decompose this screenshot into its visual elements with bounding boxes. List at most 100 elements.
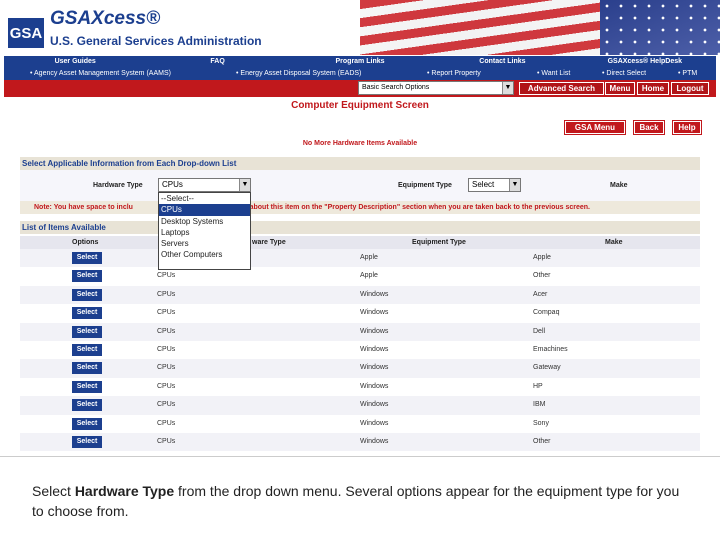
make-cell: IBM bbox=[533, 401, 546, 409]
sub-nav: • Agency Asset Management System (AAMS) … bbox=[4, 67, 716, 80]
make-cell: Other bbox=[533, 437, 551, 445]
brand-title: GSAXcess® bbox=[50, 8, 161, 29]
home-button[interactable]: Home bbox=[637, 82, 669, 95]
subnav-ptm[interactable]: • PTM bbox=[678, 67, 697, 80]
dropdown-option[interactable]: Laptops bbox=[159, 227, 250, 238]
menu-button[interactable]: Menu bbox=[605, 82, 635, 95]
equipment-type-label: Equipment Type bbox=[398, 182, 452, 189]
make-cell: Other bbox=[533, 272, 551, 280]
note-right: ation about this item on the "Property D… bbox=[230, 204, 590, 211]
basic-search-select[interactable]: Basic Search Options ▼ bbox=[358, 81, 514, 95]
select-button[interactable]: Select bbox=[72, 343, 102, 356]
back-button[interactable]: Back bbox=[633, 120, 665, 135]
subnav-report-property[interactable]: • Report Property bbox=[427, 67, 481, 80]
hardware-type-cell: CPUs bbox=[157, 290, 176, 298]
instruction-caption: Select Hardware Type from the drop down … bbox=[32, 481, 692, 521]
equipment-type-cell: Windows bbox=[360, 364, 389, 372]
hardware-type-cell: CPUs bbox=[157, 419, 176, 427]
subnav-want-list[interactable]: • Want List bbox=[537, 67, 570, 80]
table-row: Select CPUs Windows Acer bbox=[20, 285, 700, 305]
hardware-type-cell: CPUs bbox=[157, 437, 176, 445]
filter-heading: Select Applicable Information from Each … bbox=[20, 157, 700, 170]
select-button[interactable]: Select bbox=[72, 252, 102, 264]
chevron-down-icon[interactable]: ▼ bbox=[502, 82, 513, 94]
equipment-type-cell: Windows bbox=[360, 309, 389, 317]
note-left: Note: You have space to inclu bbox=[34, 204, 133, 211]
page-title: Computer Equipment Screen bbox=[291, 100, 429, 111]
select-button[interactable]: Select bbox=[72, 325, 102, 338]
flag-union-image bbox=[600, 0, 720, 55]
hardware-type-cell: CPUs bbox=[157, 364, 176, 372]
equipment-type-value: Select bbox=[472, 180, 495, 189]
select-button[interactable]: Select bbox=[72, 435, 102, 448]
table-row: Select CPUs Windows Other bbox=[20, 432, 700, 452]
select-button[interactable]: Select bbox=[72, 307, 102, 320]
chevron-down-icon[interactable]: ▼ bbox=[239, 179, 250, 191]
gsa-menu-button[interactable]: GSA Menu bbox=[564, 120, 626, 135]
no-more-items-message: No More Hardware Items Available bbox=[302, 140, 418, 147]
equipment-type-cell: Windows bbox=[360, 437, 389, 445]
make-cell: HP bbox=[533, 382, 543, 390]
nav-helpdesk[interactable]: GSAXcess® HelpDesk bbox=[574, 56, 716, 67]
hardware-type-select[interactable]: CPUs ▼ bbox=[158, 178, 251, 192]
gsa-logo: GSA bbox=[8, 18, 44, 48]
dropdown-option[interactable]: CPUs bbox=[159, 204, 250, 216]
subnav-aams[interactable]: • Agency Asset Management System (AAMS) bbox=[30, 67, 171, 80]
subnav-eads[interactable]: • Energy Asset Disposal System (EADS) bbox=[236, 67, 361, 80]
nav-faq[interactable]: FAQ bbox=[146, 56, 288, 67]
advanced-search-button[interactable]: Advanced Search bbox=[519, 82, 604, 95]
equipment-type-select[interactable]: Select ▼ bbox=[468, 178, 521, 192]
dropdown-option[interactable]: Other Computers bbox=[159, 249, 250, 260]
select-button[interactable]: Select bbox=[72, 417, 102, 430]
equipment-type-cell: Windows bbox=[360, 345, 389, 353]
table-row: Select CPUs Windows Dell bbox=[20, 322, 700, 341]
make-cell: Emachines bbox=[533, 345, 568, 353]
site-header: GSA GSAXcess® U.S. General Services Admi… bbox=[0, 0, 720, 55]
col-hardware-type: ware Type bbox=[252, 239, 286, 246]
make-cell: Sony bbox=[533, 419, 549, 427]
col-equipment-type: Equipment Type bbox=[412, 239, 466, 246]
make-cell: Acer bbox=[533, 290, 548, 298]
nav-program-links[interactable]: Program Links bbox=[289, 56, 431, 67]
hardware-type-cell: CPUs bbox=[157, 327, 176, 335]
table-row: Select Apple Apple bbox=[20, 249, 700, 268]
nav-contact-links[interactable]: Contact Links bbox=[431, 56, 573, 67]
make-cell: Apple bbox=[533, 254, 551, 261]
equipment-type-cell: Windows bbox=[360, 290, 389, 298]
hardware-type-dropdown-list[interactable]: --Select-- CPUs Desktop Systems Laptops Serv… bbox=[158, 192, 251, 270]
make-cell: Dell bbox=[533, 327, 546, 335]
equipment-type-cell: Windows bbox=[360, 401, 389, 409]
select-button[interactable]: Select bbox=[72, 288, 102, 301]
chevron-down-icon[interactable]: ▼ bbox=[509, 179, 520, 191]
make-label: Make bbox=[610, 182, 628, 189]
make-cell: Gateway bbox=[533, 364, 561, 372]
hardware-type-value: CPUs bbox=[162, 180, 183, 189]
divider bbox=[0, 456, 720, 457]
table-row: Select CPUs Windows Emachines bbox=[20, 340, 700, 360]
select-button[interactable]: Select bbox=[72, 270, 102, 283]
dropdown-option[interactable]: --Select-- bbox=[159, 193, 250, 204]
select-button[interactable]: Select bbox=[72, 380, 102, 393]
subnav-direct-select[interactable]: • Direct Select bbox=[602, 67, 646, 80]
make-cell: Compaq bbox=[533, 309, 560, 317]
select-button[interactable]: Select bbox=[72, 362, 102, 375]
main-nav: User Guides FAQ Program Links Contact Li… bbox=[4, 56, 716, 67]
hardware-type-cell: CPUs bbox=[157, 309, 176, 317]
table-row: Select CPUs Windows IBM bbox=[20, 396, 700, 415]
logout-button[interactable]: Logout bbox=[671, 82, 709, 95]
equipment-type-cell: Windows bbox=[360, 382, 389, 390]
help-button[interactable]: Help bbox=[672, 120, 702, 135]
dropdown-option[interactable]: Desktop Systems bbox=[159, 216, 250, 227]
nav-user-guides[interactable]: User Guides bbox=[4, 56, 146, 67]
basic-search-label: Basic Search Options bbox=[362, 84, 430, 91]
equipment-type-cell: Windows bbox=[360, 419, 389, 427]
col-options: Options bbox=[72, 239, 99, 246]
dropdown-option[interactable]: Servers bbox=[159, 238, 250, 249]
hardware-type-cell: CPUs bbox=[157, 382, 176, 390]
select-button[interactable]: Select bbox=[72, 399, 102, 412]
hardware-type-cell: CPUs bbox=[157, 345, 176, 353]
table-row: Select CPUs Apple Other bbox=[20, 267, 700, 286]
table-header: Options ware Type Equipment Type Make bbox=[20, 236, 700, 249]
equipment-type-cell: Windows bbox=[360, 327, 389, 335]
hardware-type-cell: CPUs bbox=[157, 401, 176, 409]
